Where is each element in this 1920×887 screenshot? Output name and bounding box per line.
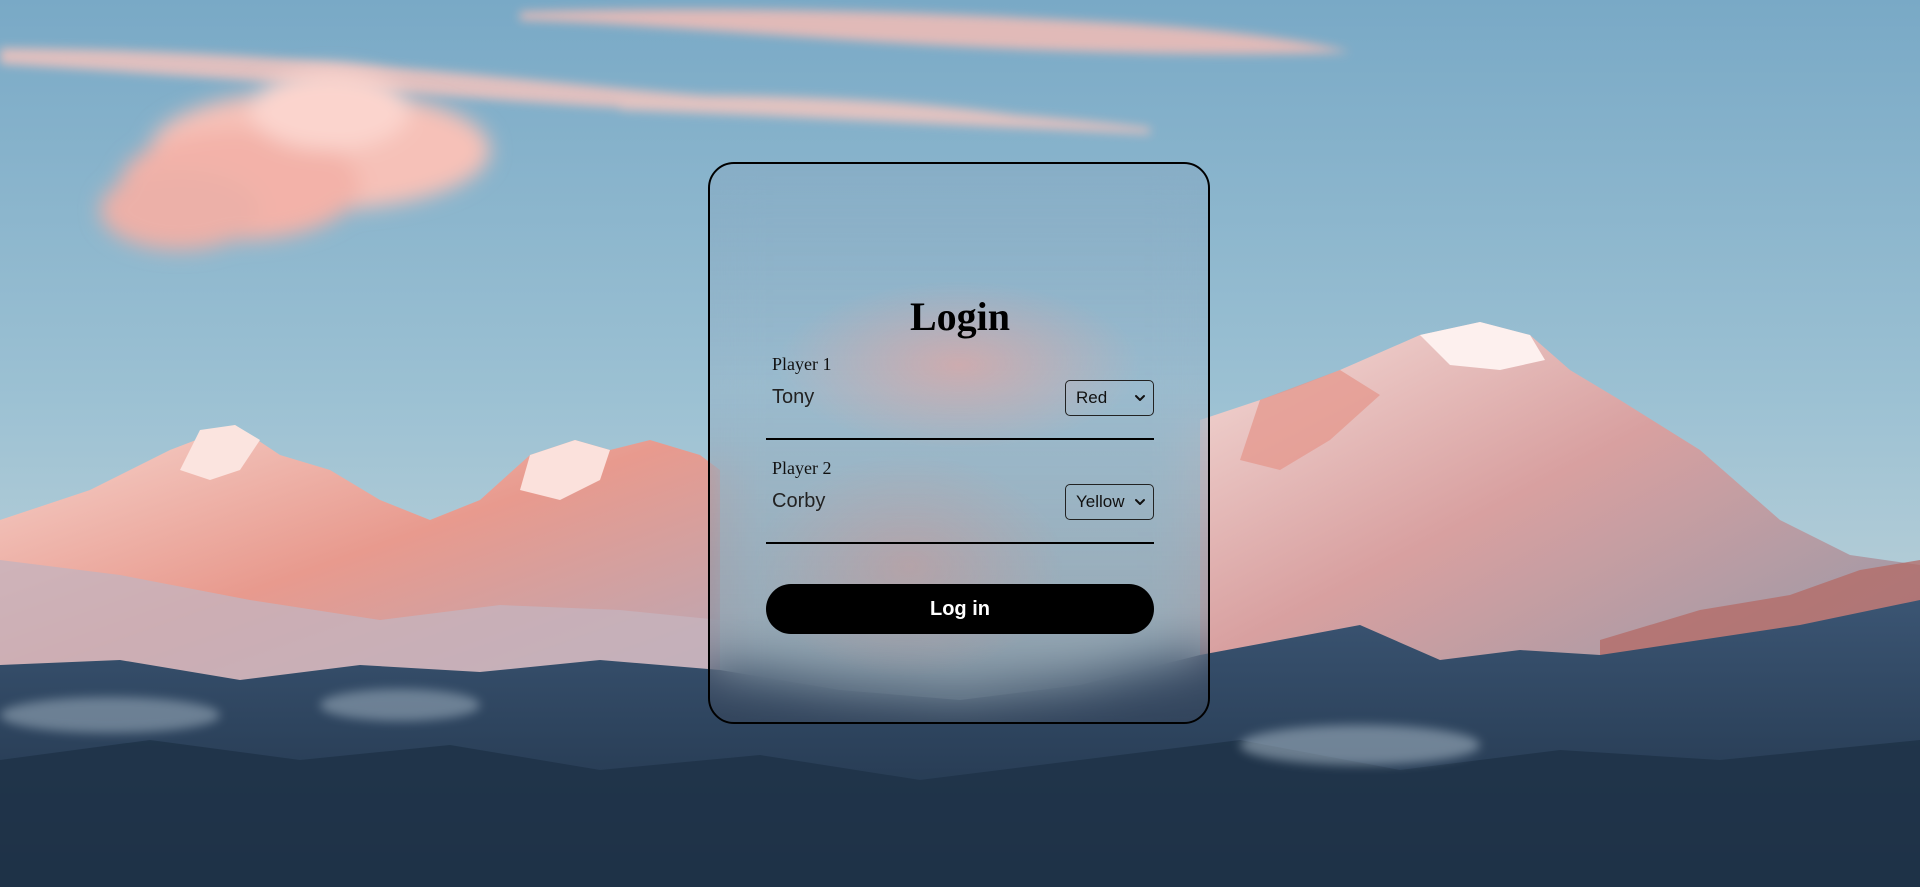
login-button[interactable]: Log in [766, 584, 1154, 634]
player2-name-input[interactable] [772, 484, 1052, 518]
player2-field: Player 2 Yellow [766, 458, 1154, 544]
player2-color-value: Yellow [1076, 492, 1125, 511]
chevron-down-icon [1135, 499, 1145, 505]
player1-field: Player 1 Red [766, 354, 1154, 440]
player1-color-value: Red [1076, 388, 1108, 407]
player1-label: Player 1 [772, 354, 832, 374]
login-title: Login [909, 294, 1011, 339]
chevron-down-icon [1135, 395, 1145, 401]
login-card: Login Player 1 Red Player 2 Yellow Log i… [708, 162, 1210, 724]
login-form: Login Player 1 Red Player 2 Yellow Log i… [766, 294, 1154, 634]
player2-color-select[interactable]: Yellow [1065, 484, 1154, 520]
player1-name-input[interactable] [772, 380, 1052, 414]
player1-color-select[interactable]: Red [1065, 380, 1154, 416]
player2-label: Player 2 [772, 458, 832, 478]
